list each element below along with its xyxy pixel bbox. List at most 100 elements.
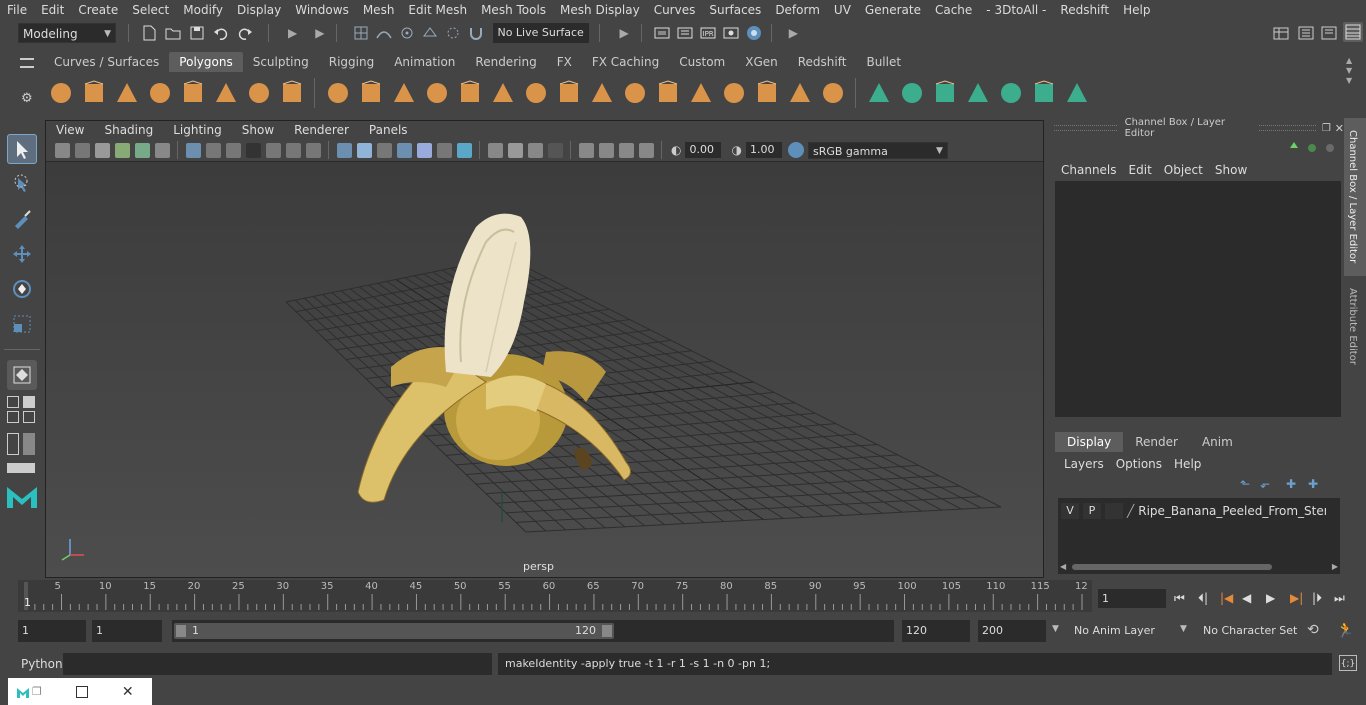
shelf-settings-icon[interactable]: ⚙ bbox=[21, 91, 33, 106]
maya-logo-icon[interactable] bbox=[4, 479, 40, 511]
menu-uv[interactable]: UV bbox=[827, 0, 858, 20]
ipr-render-icon[interactable]: IPR bbox=[699, 24, 717, 42]
shelf-tab-animation[interactable]: Animation bbox=[384, 52, 465, 72]
scroll-left-icon[interactable]: ◀ bbox=[1060, 562, 1066, 571]
open-scene-icon[interactable] bbox=[164, 24, 182, 42]
layout-four-icon[interactable] bbox=[7, 411, 19, 423]
safe-title-icon[interactable] bbox=[305, 142, 321, 158]
exposure-field[interactable]: 0.00 bbox=[685, 142, 722, 158]
fill-hole-icon[interactable] bbox=[688, 80, 714, 106]
collapse-arrow-icon[interactable]: ▶ bbox=[789, 26, 798, 40]
shelf-tab-fx-caching[interactable]: FX Caching bbox=[582, 52, 669, 72]
grid-icon[interactable] bbox=[185, 142, 201, 158]
uv-editor-icon[interactable] bbox=[1064, 80, 1090, 106]
xray-joints-icon[interactable] bbox=[598, 142, 614, 158]
circularize-icon[interactable] bbox=[721, 80, 747, 106]
layer-tab-anim[interactable]: Anim bbox=[1190, 432, 1245, 452]
magnet-icon[interactable] bbox=[467, 24, 485, 42]
viewport-3d-canvas[interactable]: persp bbox=[46, 162, 1043, 577]
menu-display[interactable]: Display bbox=[230, 0, 288, 20]
scene-end-field[interactable]: 200 bbox=[978, 620, 1046, 642]
auto-key-icon[interactable]: ⟲ bbox=[1307, 622, 1319, 638]
command-history-field[interactable]: makeIdentity -apply true -t 1 -r 1 -s 1 … bbox=[498, 653, 1332, 675]
textured-icon[interactable] bbox=[396, 142, 412, 158]
layout-uv-icon[interactable] bbox=[1031, 80, 1057, 106]
layout-panel-icon[interactable] bbox=[7, 463, 35, 473]
paint-select-tool-button[interactable] bbox=[7, 204, 37, 234]
lasso-tool-button[interactable] bbox=[7, 169, 37, 199]
layer-display-type-toggle[interactable] bbox=[1105, 503, 1123, 519]
channel-box-toggle-icon[interactable] bbox=[1343, 22, 1363, 42]
poly-plane-icon[interactable] bbox=[180, 80, 206, 106]
layer-menu-options[interactable]: Options bbox=[1110, 457, 1168, 471]
poly-cone-icon[interactable] bbox=[147, 80, 173, 106]
character-set-dropdown[interactable]: No Character Set bbox=[1197, 620, 1303, 642]
command-language-label[interactable]: Python bbox=[21, 657, 63, 671]
save-scene-icon[interactable] bbox=[188, 24, 206, 42]
move-layer-up-icon[interactable]: ⬑ bbox=[1240, 477, 1260, 491]
bevel-icon[interactable] bbox=[655, 80, 681, 106]
boolean-icon[interactable] bbox=[457, 80, 483, 106]
scale-tool-button[interactable] bbox=[7, 309, 37, 339]
use-all-lights-icon[interactable] bbox=[416, 142, 432, 158]
shelf-options-icon[interactable] bbox=[20, 58, 34, 68]
hypershade-icon[interactable] bbox=[745, 24, 763, 42]
append-poly-icon[interactable] bbox=[556, 80, 582, 106]
mirror-icon[interactable] bbox=[490, 80, 516, 106]
mode-dropdown[interactable]: Modeling ▼ bbox=[18, 23, 116, 43]
viewport-menu-lighting[interactable]: Lighting bbox=[163, 121, 232, 139]
snap-to-point-icon[interactable] bbox=[398, 24, 416, 42]
go-to-start-icon[interactable]: ⏮ bbox=[1174, 591, 1198, 606]
panel-grip[interactable] bbox=[1054, 125, 1117, 131]
shelf-tab-sculpting[interactable]: Sculpting bbox=[243, 52, 319, 72]
menu-windows[interactable]: Windows bbox=[288, 0, 356, 20]
viewport-menu-view[interactable]: View bbox=[46, 121, 94, 139]
channel-box-attributes[interactable] bbox=[1055, 181, 1341, 417]
select-tool-button[interactable] bbox=[7, 134, 37, 164]
close-icon[interactable]: ✕ bbox=[1335, 122, 1344, 135]
channel-box-menu-channels[interactable]: Channels bbox=[1055, 163, 1123, 177]
layout-four-icon[interactable] bbox=[23, 411, 35, 423]
collapse-arrow-icon[interactable]: ▶ bbox=[619, 26, 628, 40]
redo-icon[interactable] bbox=[236, 24, 254, 42]
menu-modify[interactable]: Modify bbox=[176, 0, 230, 20]
gamma-icon[interactable]: ◑ bbox=[731, 143, 741, 157]
layer-row[interactable]: V P ╱ Ripe_Banana_Peeled_From_Stem_Enc bbox=[1058, 501, 1340, 521]
go-to-end-icon[interactable]: ⏭ bbox=[1334, 591, 1354, 606]
poly-pyramid-icon[interactable] bbox=[246, 80, 272, 106]
menu-curves[interactable]: Curves bbox=[647, 0, 703, 20]
script-editor-icon[interactable]: {;} bbox=[1339, 655, 1357, 671]
tab-channel-box[interactable]: Channel Box / Layer Editor bbox=[1344, 118, 1366, 276]
move-layer-down-icon[interactable]: ⬐ bbox=[1260, 477, 1286, 491]
poly-cube-icon[interactable] bbox=[81, 80, 107, 106]
backface-icon[interactable] bbox=[638, 142, 654, 158]
snap-to-view-plane-icon[interactable] bbox=[421, 24, 439, 42]
extract-icon[interactable] bbox=[391, 80, 417, 106]
maya-app-icon[interactable] bbox=[16, 685, 30, 699]
layer-name[interactable]: Ripe_Banana_Peeled_From_Stem_Enc bbox=[1138, 504, 1326, 518]
planar-map-icon[interactable] bbox=[866, 80, 892, 106]
viewport-menu-shading[interactable]: Shading bbox=[94, 121, 163, 139]
tab-attribute-editor[interactable]: Attribute Editor bbox=[1344, 286, 1366, 386]
layer-menu-help[interactable]: Help bbox=[1168, 457, 1207, 471]
render-settings-icon[interactable] bbox=[722, 24, 740, 42]
shelf-tab-custom[interactable]: Custom bbox=[669, 52, 735, 72]
new-scene-icon[interactable] bbox=[140, 24, 158, 42]
undo-icon[interactable] bbox=[212, 24, 230, 42]
collapse-arrow-icon[interactable]: ▶ bbox=[315, 26, 324, 40]
close-window-icon[interactable]: ✕ bbox=[122, 684, 134, 700]
range-grip-right-icon[interactable] bbox=[602, 625, 612, 637]
triangulate-icon[interactable] bbox=[787, 80, 813, 106]
menu-mesh-display[interactable]: Mesh Display bbox=[553, 0, 647, 20]
menu-surfaces[interactable]: Surfaces bbox=[702, 0, 768, 20]
playback-end-field[interactable]: 120 bbox=[902, 620, 970, 642]
step-forward-frame-icon[interactable]: ▶| bbox=[1290, 591, 1312, 605]
step-back-key-icon[interactable]: ⏴| bbox=[1198, 591, 1220, 606]
layer-list-scrollbar[interactable]: ◀ ▶ bbox=[1060, 562, 1338, 572]
motion-blur-icon[interactable] bbox=[487, 142, 503, 158]
layout-persp-icon[interactable] bbox=[23, 433, 35, 455]
channel-box-menu-show[interactable]: Show bbox=[1209, 163, 1253, 177]
shadows-icon[interactable] bbox=[436, 142, 452, 158]
menu-mesh[interactable]: Mesh bbox=[356, 0, 402, 20]
field-chart-icon[interactable] bbox=[265, 142, 281, 158]
